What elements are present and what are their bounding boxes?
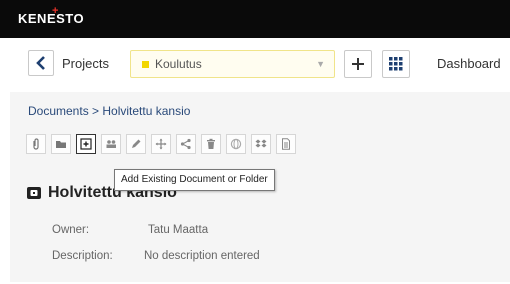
navigation-row: Projects Koulutus ▼ Dashboard — [0, 38, 510, 92]
top-bar: KENESTO + — [0, 0, 510, 38]
new-folder-button[interactable] — [51, 134, 71, 154]
add-existing-icon — [80, 138, 92, 150]
share-button[interactable] — [176, 134, 196, 154]
paperclip-icon — [33, 138, 39, 150]
publish-button[interactable] — [226, 134, 246, 154]
add-project-button[interactable] — [344, 50, 372, 78]
globe-icon — [230, 138, 242, 150]
folder-icon — [56, 141, 66, 148]
plus-icon — [352, 58, 364, 70]
move-icon — [155, 138, 167, 150]
dropbox-icon — [255, 139, 267, 148]
project-select-value: Koulutus — [155, 57, 202, 71]
document-icon — [282, 138, 290, 150]
projects-link[interactable]: Projects — [62, 56, 109, 71]
chevron-down-icon: ▼ — [316, 59, 325, 69]
project-select[interactable]: Koulutus ▼ — [130, 50, 335, 78]
pencil-icon — [132, 139, 141, 148]
edit-button[interactable] — [126, 134, 146, 154]
add-existing-button[interactable] — [76, 134, 96, 154]
back-button[interactable] — [28, 50, 54, 76]
dropbox-button[interactable] — [251, 134, 271, 154]
document-button[interactable] — [276, 134, 296, 154]
move-button[interactable] — [151, 134, 171, 154]
grid-icon — [389, 57, 403, 71]
share-icon — [180, 138, 191, 150]
owner-label: Owner: — [52, 224, 90, 236]
vault-folder-icon — [27, 187, 41, 199]
logo-accent-mark: + — [52, 5, 59, 17]
breadcrumb[interactable]: Documents > Holvitettu kansio — [28, 104, 190, 118]
delete-button[interactable] — [201, 134, 221, 154]
documents-panel: Documents > Holvitettu kansio Holvitettu… — [10, 92, 510, 282]
apps-grid-button[interactable] — [382, 50, 410, 78]
owner-value: Tatu Maatta — [148, 224, 209, 236]
kenesto-logo[interactable]: KENESTO + — [18, 5, 84, 26]
project-color-swatch — [142, 61, 149, 68]
tooltip: Add Existing Document or Folder — [114, 169, 275, 191]
attach-button[interactable] — [26, 134, 46, 154]
chevron-left-icon — [36, 56, 45, 70]
dashboard-link[interactable]: Dashboard — [437, 56, 501, 71]
trash-icon — [207, 138, 215, 149]
users-button[interactable] — [101, 134, 121, 154]
description-value: No description entered — [144, 250, 260, 262]
users-icon — [106, 140, 116, 148]
description-label: Description: — [52, 250, 113, 262]
